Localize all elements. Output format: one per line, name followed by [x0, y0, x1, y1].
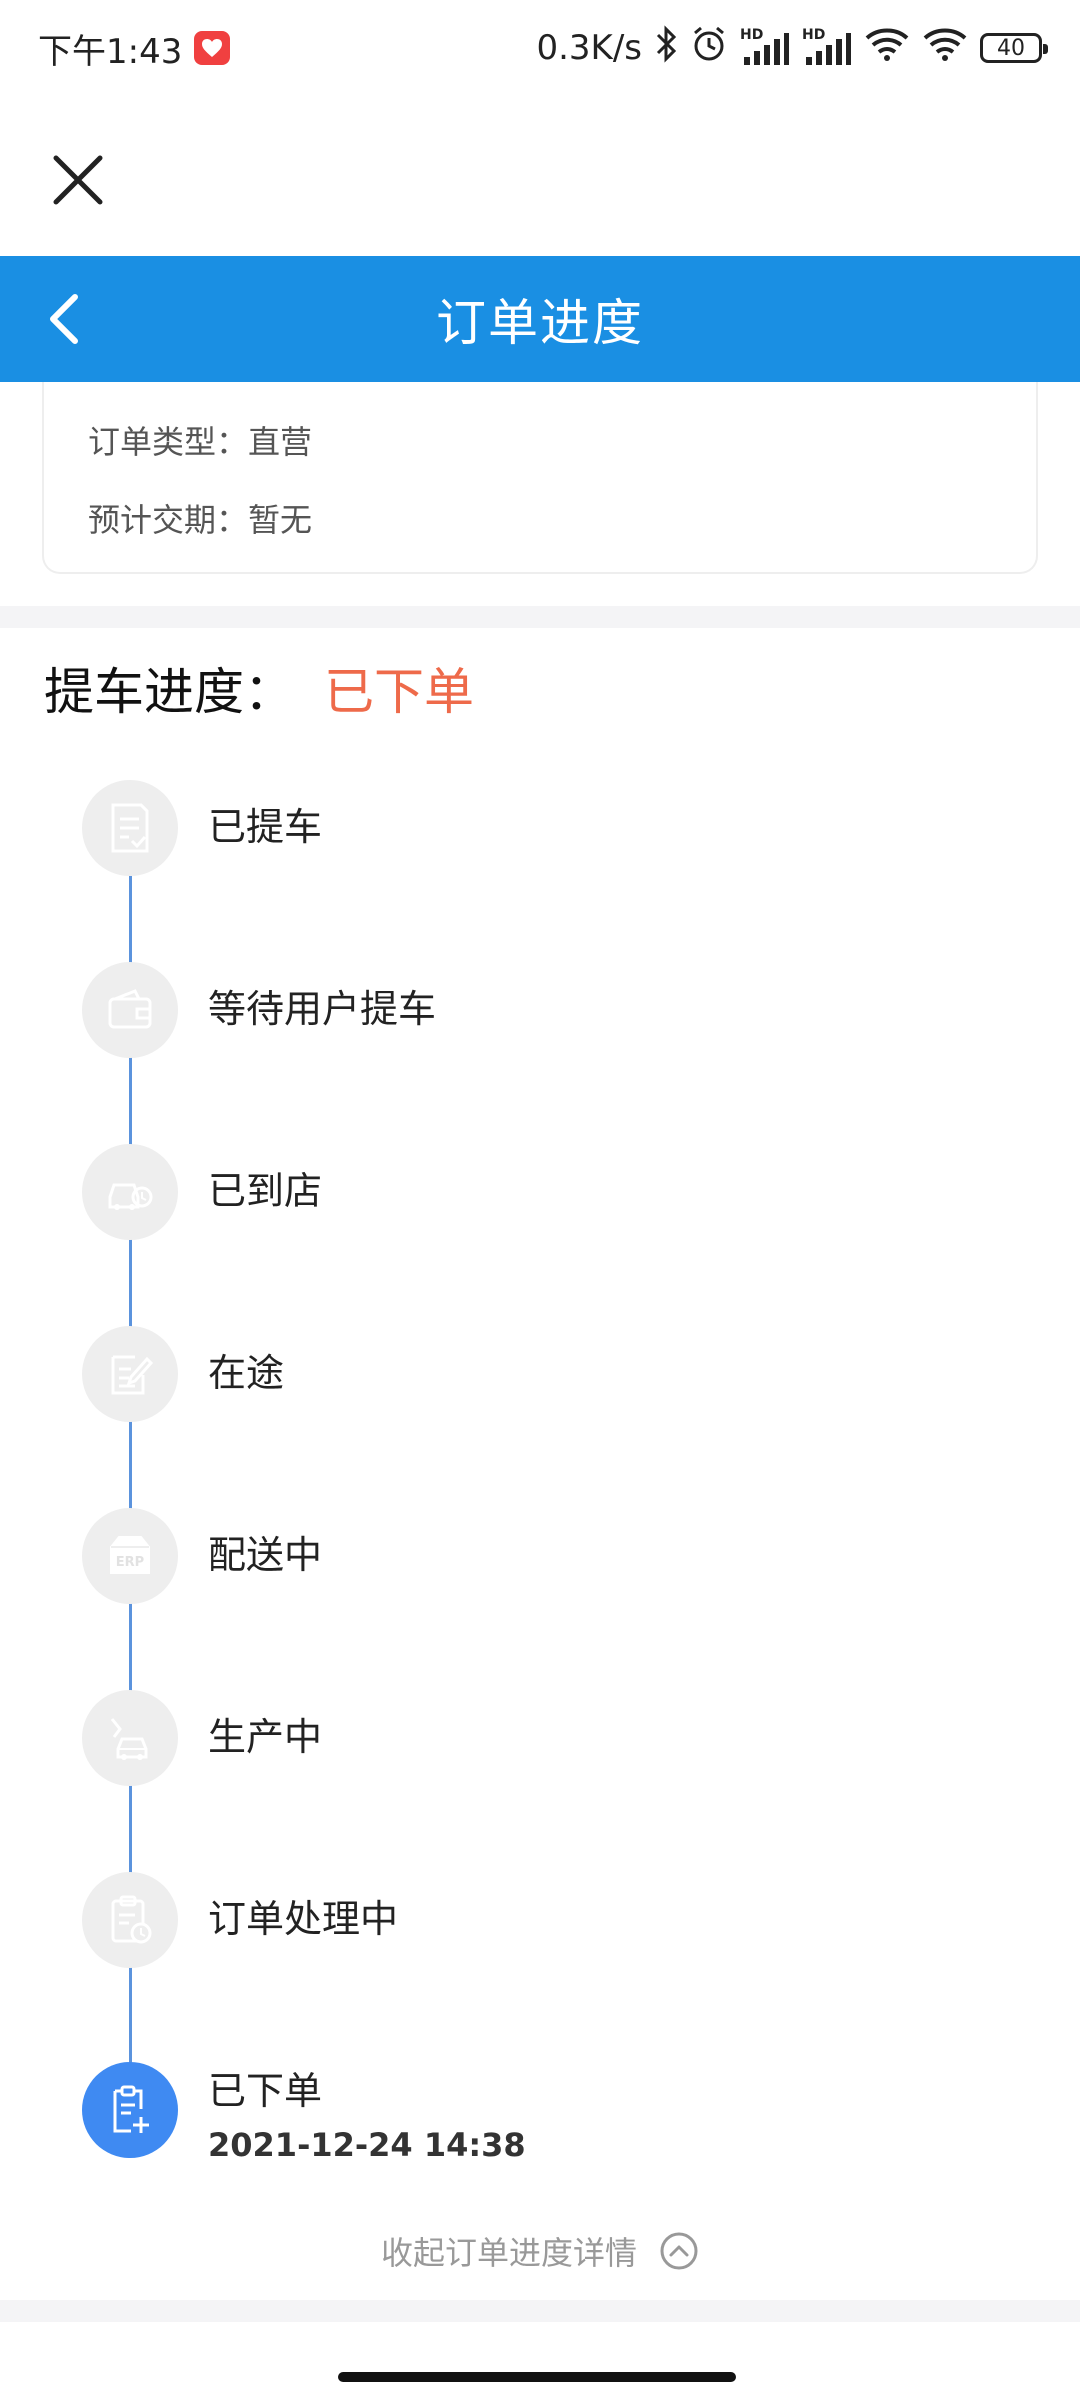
progress-heading: 提车进度： 已下单 [44, 652, 474, 724]
delivery-date: 预计交期：暂无 [88, 501, 313, 539]
notification-heart-icon [194, 31, 231, 65]
home-indicator[interactable] [338, 2372, 736, 2382]
robot-arm-car-icon [82, 1690, 178, 1786]
step-label: 等待用户提车 [208, 987, 437, 1031]
battery-icon: 40 [980, 33, 1048, 63]
document-check-icon [82, 780, 178, 876]
step-label: 配送中 [208, 1533, 323, 1577]
collapse-label: 收起订单进度详情 [380, 2234, 637, 2272]
step-label: 已到店 [208, 1169, 323, 1213]
status-right: 0.3K/s HD HD 40 [536, 24, 1048, 72]
wifi-icon [922, 25, 968, 72]
erp-box-icon: ERP [82, 1508, 178, 1604]
timeline-step-producing: 生产中 [82, 1690, 982, 1786]
close-icon [53, 155, 103, 205]
page-title: 订单进度 [436, 294, 644, 352]
close-bar [0, 96, 1080, 256]
chevron-up-circle-icon [660, 2232, 698, 2270]
net-speed: 0.3K/s [536, 28, 642, 68]
clipboard-clock-icon [82, 1872, 178, 1968]
car-store-icon [82, 1144, 178, 1240]
wifi-plus-icon [864, 25, 910, 72]
status-bar: 下午1:43 0.3K/s HD HD 40 [0, 0, 1080, 96]
section-divider [0, 606, 1080, 628]
chevron-left-icon [50, 294, 78, 344]
back-button[interactable] [28, 284, 98, 354]
page-header: 订单进度 [0, 256, 1080, 382]
document-edit-icon [82, 1326, 178, 1422]
timeline-step-waiting-pickup: 等待用户提车 [82, 962, 982, 1058]
battery-level: 40 [997, 35, 1025, 61]
step-label: 生产中 [208, 1715, 323, 1759]
timeline-step-picked-up: 已提车 [82, 780, 982, 876]
step-time: 2021-12-24 14:38 [208, 2126, 526, 2164]
step-label: 已下单 [208, 2069, 323, 2113]
progress-label: 提车进度： [44, 663, 294, 721]
step-label: 订单处理中 [208, 1897, 399, 1941]
collapse-details-button[interactable]: 收起订单进度详情 [0, 2226, 1080, 2276]
timeline-step-ordered: 已下单 2021-12-24 14:38 [82, 2062, 982, 2164]
status-time: 下午1:43 [38, 31, 183, 72]
bottom-divider [0, 2300, 1080, 2322]
svg-text:ERP: ERP [116, 1555, 144, 1570]
step-label: 在途 [208, 1351, 285, 1395]
order-info-card: 订单类型：直营 预计交期：暂无 [42, 382, 1038, 574]
wallet-icon [82, 962, 178, 1058]
timeline-step-processing: 订单处理中 [82, 1872, 982, 1968]
timeline-step-in-transit: 在途 [82, 1326, 982, 1422]
timeline-step-arrived-store: 已到店 [82, 1144, 982, 1240]
timeline-step-delivering: ERP 配送中 [82, 1508, 982, 1604]
close-button[interactable] [46, 148, 110, 212]
step-label: 已提车 [208, 805, 323, 849]
signal-hd1-icon: HD [740, 27, 790, 67]
alarm-icon [690, 25, 728, 72]
order-type: 订单类型：直营 [88, 423, 313, 461]
clipboard-plus-icon [82, 2062, 178, 2158]
status-left: 下午1:43 [38, 24, 231, 73]
signal-hd2-icon: HD [802, 27, 852, 67]
bluetooth-icon [654, 24, 678, 72]
progress-status: 已下单 [324, 663, 474, 721]
